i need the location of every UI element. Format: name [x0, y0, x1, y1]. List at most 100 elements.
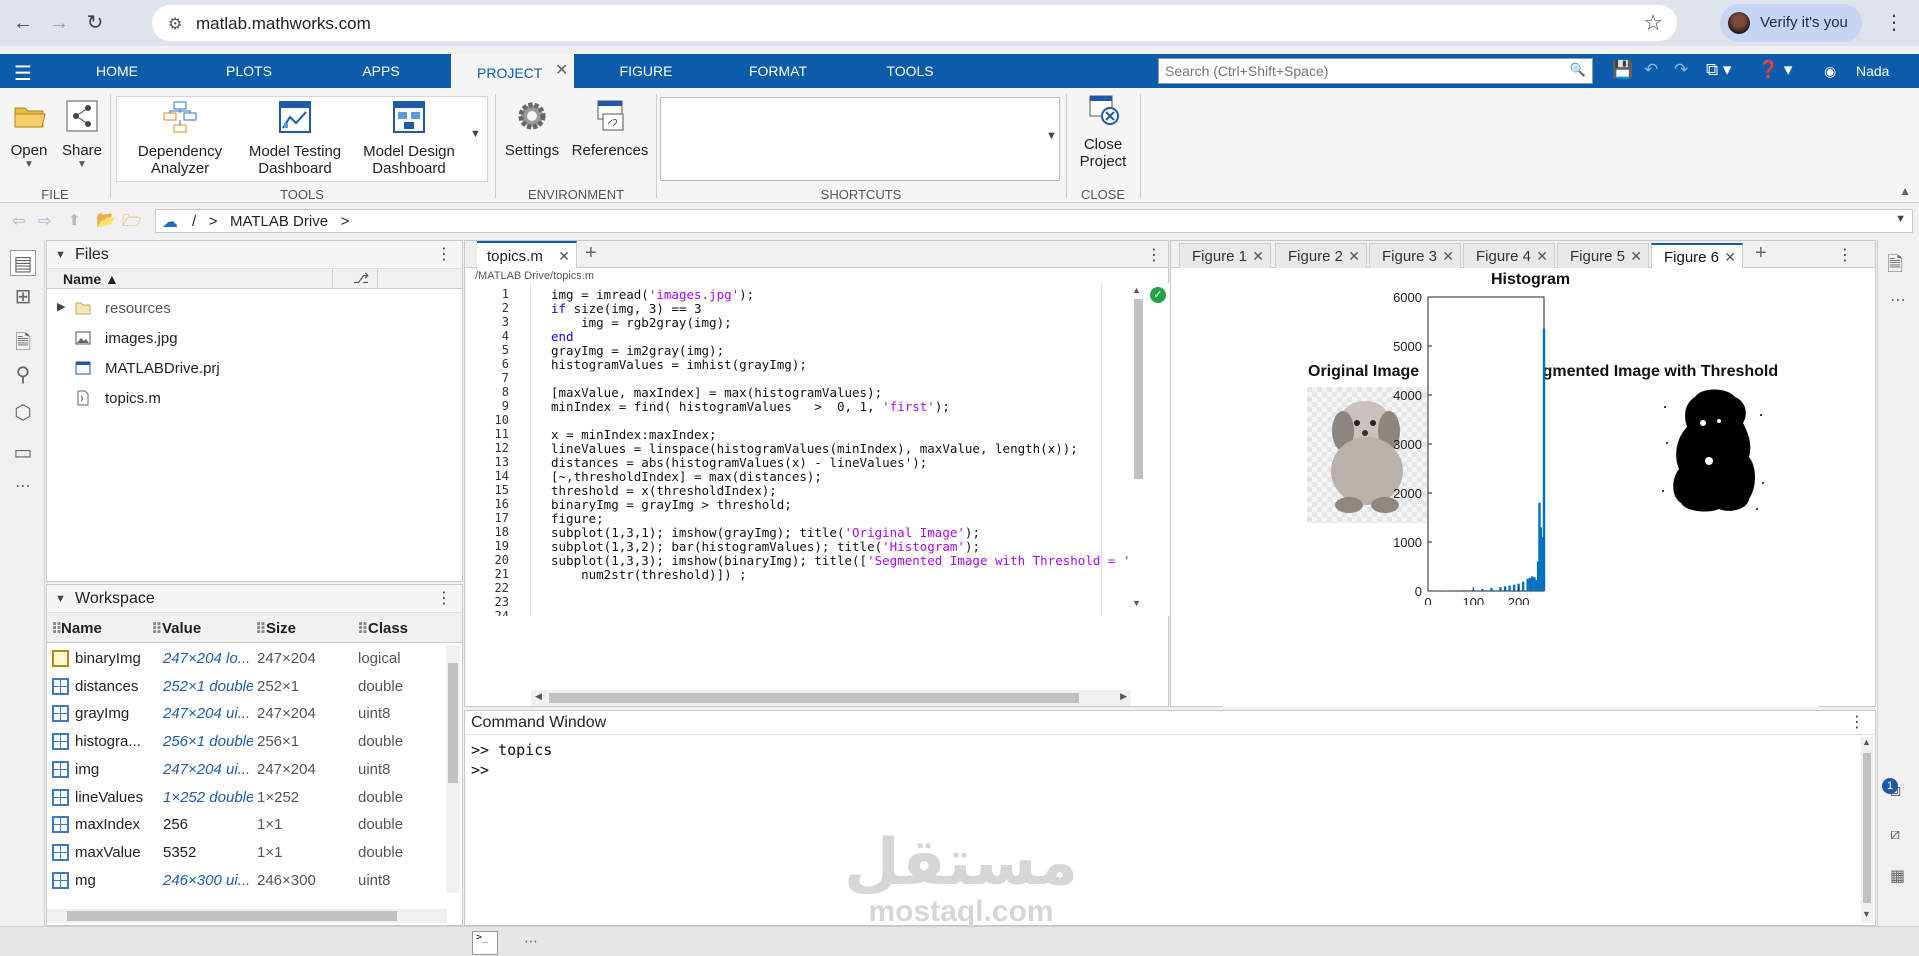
dependency-analyzer-button[interactable]: Dependency Analyzer [127, 101, 233, 177]
share-dropdown-icon[interactable]: ▼ [58, 159, 106, 170]
scroll-up-icon[interactable]: ▲ [1132, 285, 1141, 295]
file-row-resources[interactable]: ▶ resources [47, 294, 462, 324]
figure-tab-6[interactable]: Figure 6 ✕ [1651, 243, 1743, 268]
figure-tab-5[interactable]: Figure 5 ✕ [1557, 243, 1649, 268]
close-project-button[interactable]: Close Project [1072, 94, 1134, 170]
command-window-menu-icon[interactable]: ⋮ [1849, 711, 1865, 735]
figure-menu-icon[interactable]: ⋮ [1837, 245, 1853, 265]
model-design-dashboard-button[interactable]: Model Design Dashboard [353, 101, 465, 177]
scrollbar-thumb[interactable] [448, 663, 458, 783]
workspace-row[interactable]: img 247×204 ui... 247×204 uint8 [47, 756, 462, 783]
shortcuts-expand-icon[interactable]: ▼ [1046, 130, 1057, 142]
scroll-down-icon[interactable]: ▼ [1862, 909, 1871, 919]
workspace-row[interactable]: distances 252×1 double 252×1 double [47, 673, 462, 700]
redo-icon[interactable]: ↷ [1674, 60, 1688, 80]
file-row-images[interactable]: images.jpg [47, 324, 462, 354]
scroll-right-icon[interactable]: ▶ [1120, 691, 1127, 702]
path-matlab-drive[interactable]: MATLAB Drive [230, 213, 328, 230]
editor-horizontal-scrollbar[interactable]: ◀ ▶ [531, 690, 1131, 706]
folder-path-field[interactable]: ☁ / > MATLAB Drive > ▼ [155, 209, 1913, 233]
search-folder-icon[interactable]: 🗁 [122, 210, 142, 237]
more-options-icon[interactable]: ⋯ [1890, 290, 1906, 310]
address-bar[interactable]: ⚙ matlab.mathworks.com ☆ [152, 5, 1677, 41]
figure-canvas[interactable]: Original Image Segmented Image with Thre… [1223, 271, 1819, 707]
search-box[interactable]: 🔍 [1158, 58, 1593, 84]
size-column-header[interactable]: Size [266, 620, 296, 637]
scrollbar-thumb[interactable] [549, 693, 1079, 703]
figure-tab-2[interactable]: Figure 2 ✕ [1275, 243, 1367, 268]
tab-format[interactable]: FORMAT [738, 54, 818, 88]
close-tab-icon[interactable]: ✕ [558, 243, 570, 270]
value-column-header[interactable]: Value [162, 620, 201, 637]
settings-button[interactable]: Settings [502, 100, 562, 159]
figure-tab-4[interactable]: Figure 4 ✕ [1463, 243, 1555, 268]
workspace-row[interactable]: maxValue 5352 1×1 double [47, 839, 462, 866]
command-window-header[interactable]: Command Window ⋮ [465, 711, 1875, 735]
workspace-vertical-scrollbar[interactable] [446, 645, 460, 893]
editor-menu-icon[interactable]: ⋮ [1146, 245, 1162, 265]
browser-menu-icon[interactable]: ⋮ [1884, 10, 1904, 35]
files-panel-icon[interactable]: ▤ [10, 250, 36, 276]
workspace-row[interactable]: histogra... 256×1 double 256×1 double [47, 728, 462, 755]
workspace-row[interactable]: mg 246×300 ui... 246×300 uint8 [47, 867, 462, 894]
workspace-row[interactable]: binaryImg 247×204 lo... 247×204 logical [47, 645, 462, 672]
layout-icon[interactable]: ▦ [1890, 866, 1905, 886]
hamburger-menu-icon[interactable]: ☰ [14, 61, 32, 86]
path-separator[interactable]: > [341, 213, 350, 230]
workspace-horizontal-scrollbar[interactable] [47, 909, 447, 923]
close-tab-icon[interactable]: ✕ [1442, 244, 1454, 269]
collapse-ribbon-icon[interactable]: ▲ [1899, 184, 1911, 198]
path-history-dropdown-icon[interactable]: ▼ [1895, 213, 1906, 225]
tab-apps[interactable]: APPS [342, 54, 420, 88]
command-window-toggle-icon[interactable]: >_ [472, 931, 498, 955]
find-files-icon[interactable]: 🗎 [10, 328, 36, 354]
shortcuts-gallery[interactable] [660, 97, 1060, 181]
edit-figure-icon[interactable]: ⧄ [1890, 826, 1900, 844]
figure-tab-3[interactable]: Figure 3 ✕ [1369, 243, 1461, 268]
source-control-icon[interactable]: ⚲ [10, 362, 36, 388]
user-profile-icon[interactable]: ◉ [1824, 63, 1836, 80]
tab-home[interactable]: HOME [78, 54, 156, 88]
command-window-scrollbar[interactable]: ▲ ▼ [1861, 737, 1873, 923]
path-root[interactable]: / [192, 213, 196, 230]
code-analyzer-ok-icon[interactable]: ✓ [1150, 287, 1166, 303]
collapse-icon[interactable]: ▼ [55, 585, 66, 613]
save-icon[interactable]: 💾 [1612, 60, 1633, 80]
forward-arrow-icon[interactable]: → [46, 10, 72, 36]
workspace-row[interactable]: grayImg 247×204 ui... 247×204 uint8 [47, 700, 462, 727]
open-dropdown-icon[interactable]: ▼ [6, 159, 52, 170]
tab-plots[interactable]: PLOTS [210, 54, 288, 88]
editor-tab-topics[interactable]: topics.m ✕ [477, 241, 577, 268]
search-input[interactable] [1159, 59, 1559, 83]
name-column-header[interactable]: Name ▲ [63, 271, 119, 287]
file-row-project[interactable]: MATLABDrive.prj [47, 354, 462, 384]
scroll-down-icon[interactable]: ▼ [1132, 598, 1141, 608]
undo-icon[interactable]: ↶ [1644, 60, 1658, 80]
forward-folder-icon[interactable]: ⇨ [38, 211, 51, 231]
branch-icon[interactable]: ⎇ [353, 270, 369, 287]
archive-icon[interactable]: ▭ [10, 440, 36, 466]
workspace-menu-icon[interactable]: ⋮ [436, 585, 452, 613]
name-column-header[interactable]: Name [61, 620, 102, 637]
workspace-panel-header[interactable]: ▼ Workspace ⋮ [47, 585, 462, 613]
window-layout-icon[interactable]: ⧉ ▾ [1706, 60, 1731, 80]
figure-tab-1[interactable]: Figure 1 ✕ [1179, 243, 1271, 268]
browse-folder-icon[interactable]: 📂 [96, 210, 116, 230]
new-figure-plus-icon[interactable]: + [1755, 241, 1767, 265]
workspace-panel-icon[interactable]: ⊞ [10, 284, 36, 310]
model-testing-dashboard-button[interactable]: Model Testing Dashboard [239, 101, 351, 177]
share-button[interactable]: Share ▼ [58, 100, 106, 170]
collapse-icon[interactable]: ▼ [55, 241, 66, 269]
close-tab-icon[interactable]: ✕ [1252, 244, 1264, 269]
tab-tools[interactable]: TOOLS [870, 54, 950, 88]
command-window-body[interactable]: >> topics >> [465, 735, 1855, 925]
editor-scrollbar-thumb[interactable] [1134, 299, 1143, 479]
help-icon[interactable]: ❓ ▾ [1758, 60, 1792, 80]
expand-folder-icon[interactable]: ▶ [57, 300, 65, 313]
new-tab-plus-icon[interactable]: + [585, 241, 597, 265]
more-options-icon[interactable]: ⋯ [524, 933, 538, 950]
code-editor[interactable]: 1 2 3 4 5 6 7 8 9 10 11 12 13 14 15 16 17 18 19 20 21 22 23 24 … [465, 283, 1130, 616]
tab-figure[interactable]: FIGURE [606, 54, 686, 88]
files-menu-icon[interactable]: ⋮ [436, 241, 452, 269]
class-column-header[interactable]: Class [368, 620, 408, 637]
